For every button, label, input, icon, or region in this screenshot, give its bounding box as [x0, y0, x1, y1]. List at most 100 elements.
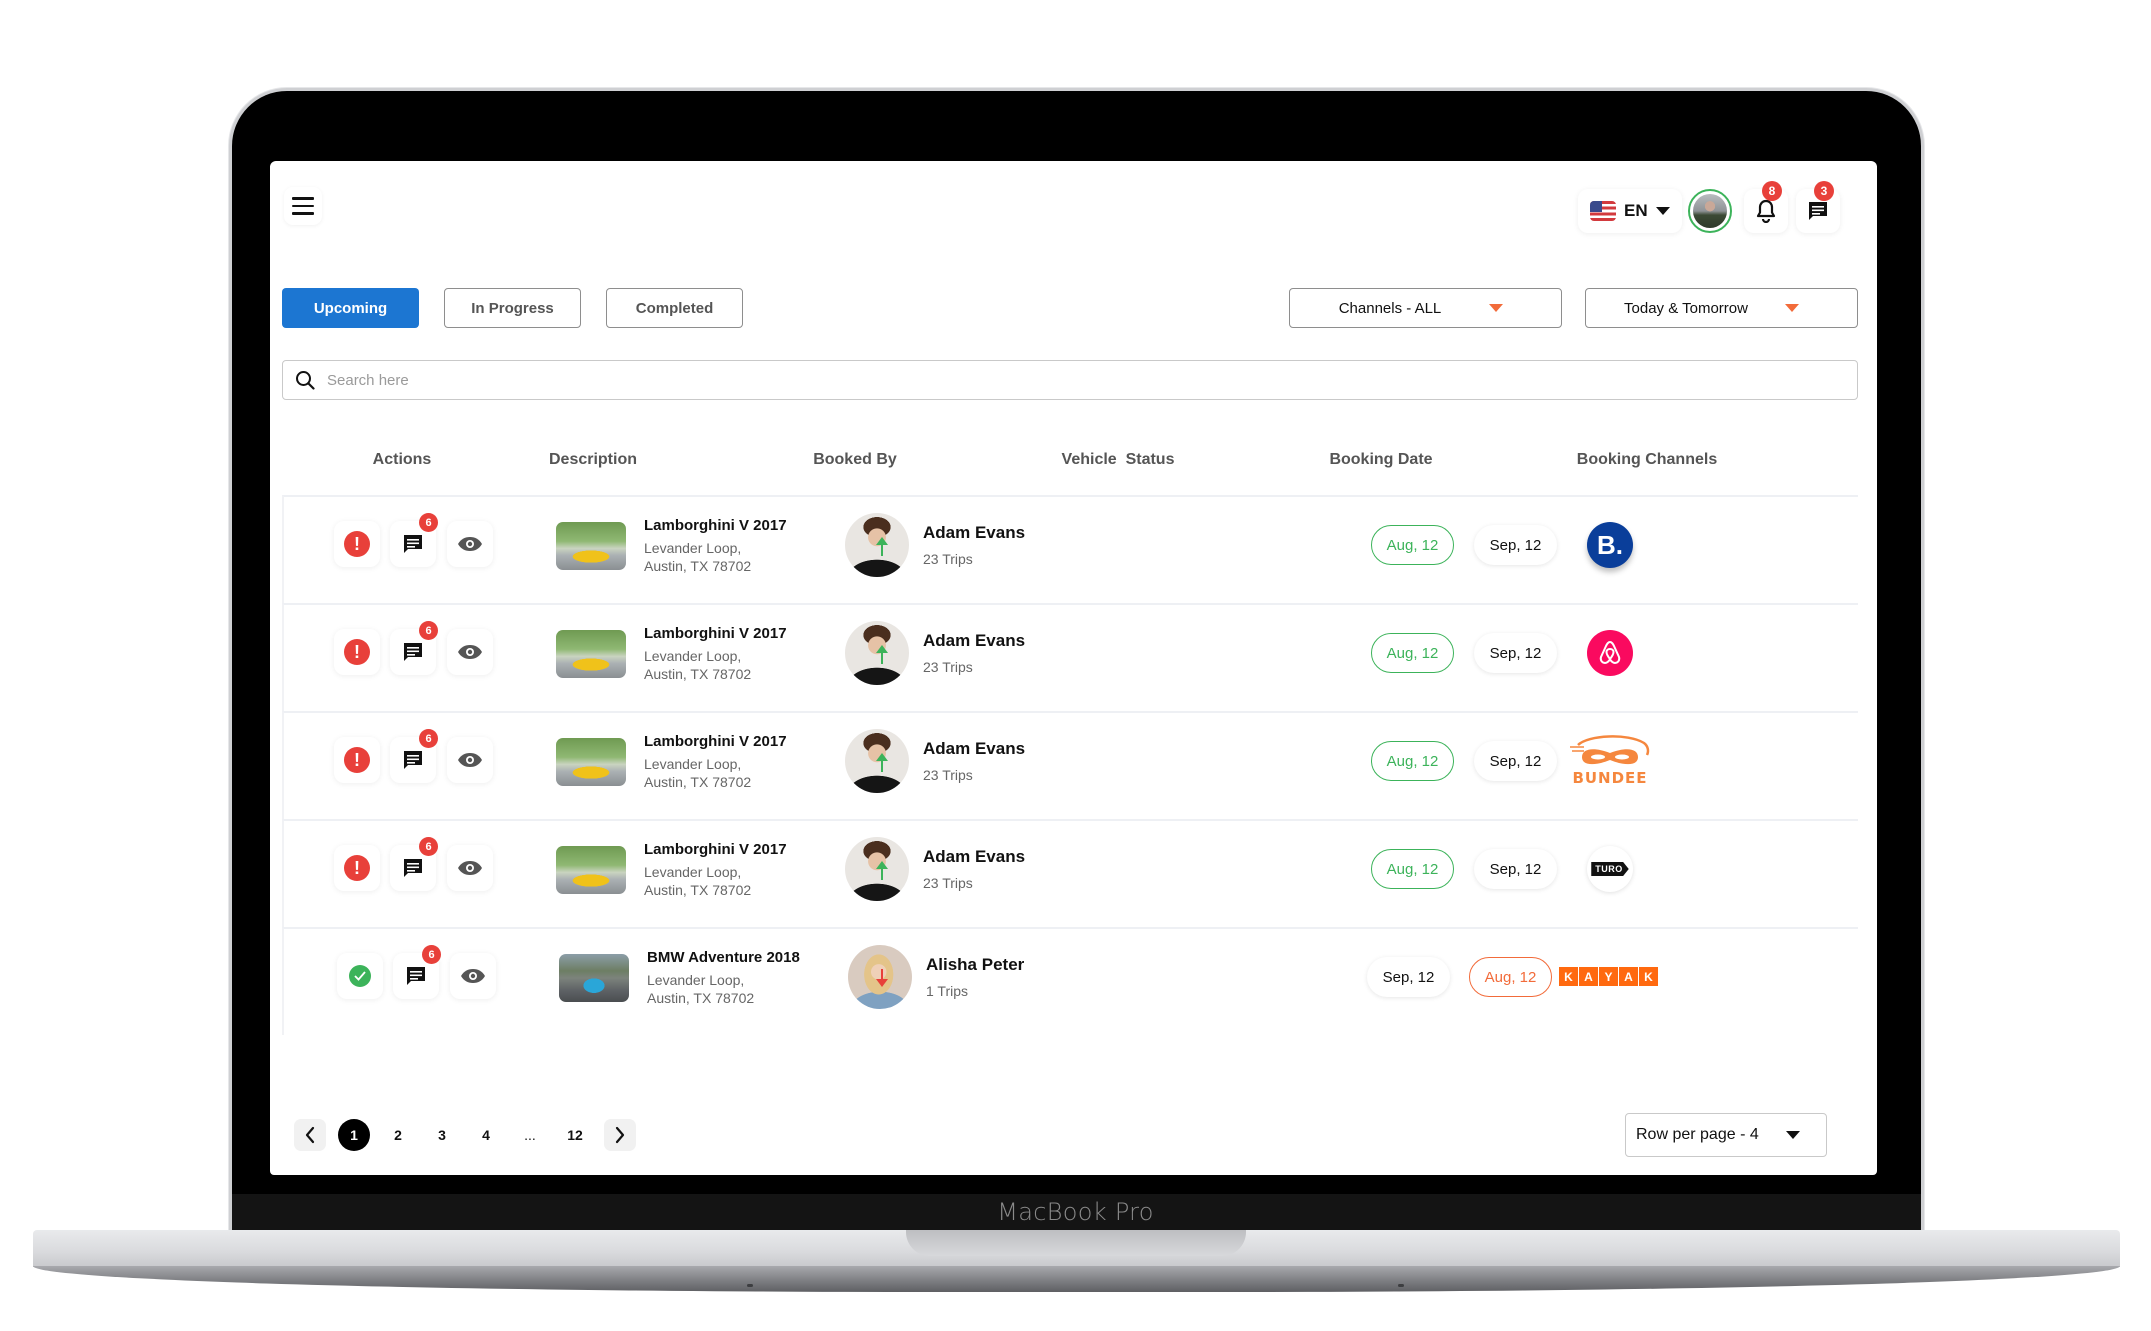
column-header-booking-channels: Booking Channels: [1576, 451, 1718, 468]
messages-button[interactable]: 6: [390, 621, 438, 675]
kayak-letter: A: [1579, 967, 1598, 986]
bell-icon: [1756, 199, 1776, 223]
tab-completed[interactable]: Completed: [606, 288, 743, 328]
column-header-actions: Actions: [372, 451, 432, 468]
page-1-button[interactable]: 1: [338, 1119, 370, 1151]
address-line-1: Levander Loop,: [647, 972, 745, 988]
messages-button[interactable]: 3: [1796, 181, 1840, 233]
booking-start-date[interactable]: Sep, 12: [1367, 957, 1450, 997]
search-input[interactable]: [327, 371, 1727, 389]
messages-button[interactable]: 6: [390, 729, 438, 783]
chat-icon: [1809, 202, 1827, 220]
channel-turo-logo: TURO: [1587, 846, 1633, 892]
eye-icon: [461, 969, 485, 983]
date-range-filter-dropdown[interactable]: Today & Tomorrow: [1585, 288, 1858, 328]
address-line-2: Austin, TX 78702: [644, 774, 752, 790]
chevron-down-icon: [1786, 1131, 1800, 1139]
chat-icon: [407, 967, 425, 985]
booking-end-date[interactable]: Aug, 12: [1469, 957, 1552, 997]
booker-trips: 23 Trips: [923, 767, 973, 783]
chat-icon: [404, 643, 422, 661]
booking-status-button[interactable]: !: [334, 737, 380, 783]
hamburger-menu-button[interactable]: [284, 187, 322, 225]
channel-airbnb-logo: [1587, 630, 1633, 676]
alert-icon: !: [344, 531, 370, 557]
arrow-up-icon: [876, 537, 888, 556]
arrow-up-icon: [876, 753, 888, 772]
user-avatar-image: [1693, 194, 1727, 228]
booker-trips: 23 Trips: [923, 659, 973, 675]
bundee-icon: [1570, 735, 1650, 765]
channels-filter-dropdown[interactable]: Channels - ALL: [1289, 288, 1562, 328]
booker-trips: 23 Trips: [923, 875, 973, 891]
booking-status-button[interactable]: [337, 953, 383, 999]
view-button[interactable]: [447, 521, 493, 567]
messages-button[interactable]: 6: [390, 513, 438, 567]
view-button[interactable]: [447, 845, 493, 891]
kayak-letter: K: [1559, 967, 1578, 986]
vehicle-name: Lamborghini V 2017: [644, 841, 787, 858]
address-line-2: Austin, TX 78702: [647, 990, 755, 1006]
column-header-vehicle-status: Vehicle Status: [1061, 451, 1175, 468]
search-bar[interactable]: [282, 360, 1858, 400]
messages-button[interactable]: 6: [390, 837, 438, 891]
language-selector[interactable]: EN: [1578, 189, 1682, 233]
address-line-1: Levander Loop,: [644, 756, 742, 772]
laptop-foot: [1398, 1284, 1404, 1287]
vehicle-name: Lamborghini V 2017: [644, 625, 787, 642]
channel-kayak-logo: KAYAK: [1559, 967, 1658, 986]
address-line-1: Levander Loop,: [644, 648, 742, 664]
tab-upcoming[interactable]: Upcoming: [282, 288, 419, 328]
booker-name: Adam Evans: [923, 847, 1026, 866]
airbnb-icon: [1599, 640, 1621, 665]
table-row: ! 6 Lamborghini V 2017 Levander Loop, Au…: [282, 603, 1858, 711]
booking-end-date[interactable]: Sep, 12: [1474, 741, 1557, 781]
eye-icon: [458, 645, 482, 659]
previous-page-button[interactable]: [294, 1119, 326, 1151]
page-ellipsis: ...: [524, 1127, 536, 1143]
arrow-down-icon: [876, 969, 888, 987]
view-button[interactable]: [447, 737, 493, 783]
arrow-up-icon: [876, 645, 888, 664]
channel-mark: TURO: [1591, 862, 1629, 876]
booking-end-date[interactable]: Sep, 12: [1474, 633, 1557, 673]
booker-name: Alisha Peter: [926, 955, 1025, 974]
booking-start-date[interactable]: Aug, 12: [1371, 525, 1454, 565]
vehicle-address: Levander Loop, Austin, TX 78702: [647, 971, 754, 1007]
booking-status-button[interactable]: !: [334, 845, 380, 891]
page-4-button[interactable]: 4: [470, 1119, 502, 1151]
messages-button[interactable]: 6: [393, 945, 441, 999]
message-count-badge: 6: [419, 729, 438, 748]
booking-status-button[interactable]: !: [334, 521, 380, 567]
chevron-right-icon: [615, 1126, 625, 1144]
menu-icon: [292, 212, 314, 215]
booking-start-date[interactable]: Aug, 12: [1371, 849, 1454, 889]
table-row: ! 6 Lamborghini V 2017 Levander Loop, Au…: [282, 711, 1858, 819]
booking-end-date[interactable]: Sep, 12: [1474, 525, 1557, 565]
page-2-button[interactable]: 2: [382, 1119, 414, 1151]
message-count-badge: 3: [1814, 181, 1834, 201]
table-row: 6 BMW Adventure 2018 Levander Loop, Aust…: [282, 927, 1858, 1035]
notifications-button[interactable]: 8: [1744, 181, 1788, 233]
channels-filter-label: Channels - ALL: [1338, 299, 1442, 317]
vehicle-name: Lamborghini V 2017: [644, 733, 787, 750]
booking-end-date[interactable]: Sep, 12: [1474, 849, 1557, 889]
booking-start-date[interactable]: Aug, 12: [1371, 741, 1454, 781]
address-line-2: Austin, TX 78702: [644, 882, 752, 898]
booking-start-date[interactable]: Aug, 12: [1371, 633, 1454, 673]
user-avatar[interactable]: [1688, 189, 1732, 233]
alert-icon: !: [344, 747, 370, 773]
booking-status-button[interactable]: !: [334, 629, 380, 675]
vehicle-name: BMW Adventure 2018: [647, 949, 800, 966]
tab-in-progress[interactable]: In Progress: [444, 288, 581, 328]
chevron-down-icon: [1489, 304, 1503, 312]
column-header-booking-date: Booking Date: [1329, 451, 1433, 468]
page-3-button[interactable]: 3: [426, 1119, 458, 1151]
next-page-button[interactable]: [604, 1119, 636, 1151]
address-line-1: Levander Loop,: [644, 864, 742, 880]
page-12-button[interactable]: 12: [559, 1119, 591, 1151]
view-button[interactable]: [447, 629, 493, 675]
rows-per-page-select[interactable]: Row per page - 4: [1625, 1113, 1827, 1157]
view-button[interactable]: [450, 953, 496, 999]
channel-mark: B.: [1597, 529, 1623, 560]
